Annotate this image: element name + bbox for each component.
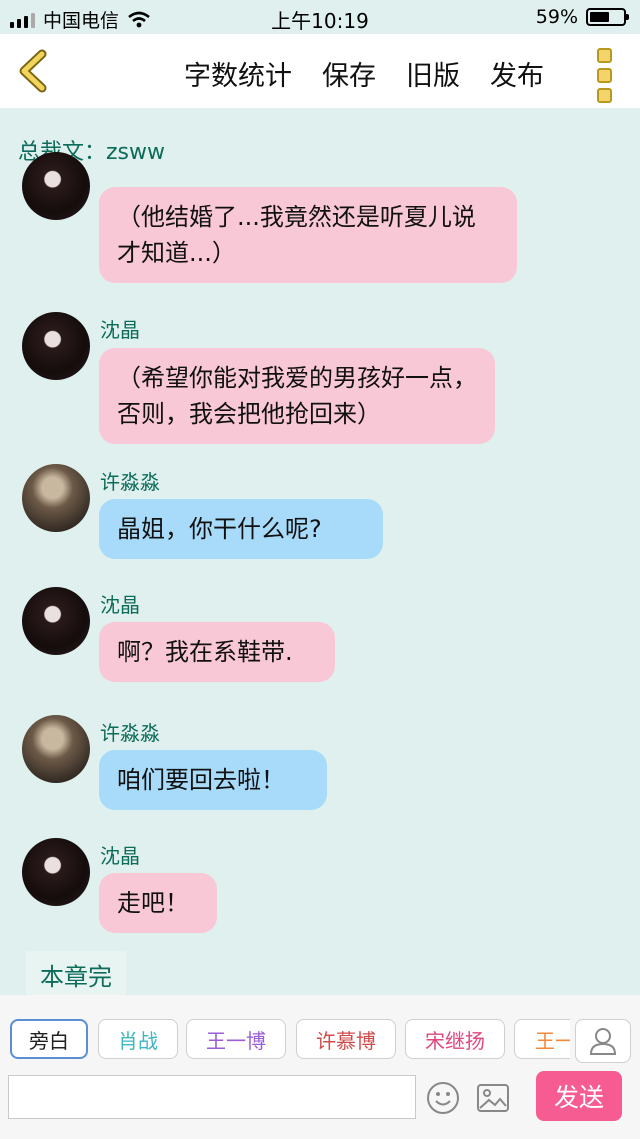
menu-dot-icon <box>597 48 612 63</box>
role-chip[interactable]: 王一 <box>514 1019 570 1059</box>
role-label: 王一 <box>535 1028 570 1053</box>
avatar[interactable] <box>22 464 90 532</box>
role-label: 许慕博 <box>316 1028 376 1053</box>
status-right: 59% <box>535 6 629 28</box>
speaker-name: 许淼淼 <box>100 721 160 745</box>
smiley-icon <box>427 1082 459 1114</box>
speaker-name: 沈晶 <box>100 844 140 868</box>
image-button[interactable] <box>476 1083 510 1117</box>
avatar[interactable] <box>22 838 90 906</box>
status-bar: 中国电信 上午10:19 59% <box>0 0 640 34</box>
role-chip[interactable]: 旁白 <box>10 1019 88 1059</box>
send-button[interactable]: 发送 <box>536 1071 622 1121</box>
back-button[interactable] <box>14 48 54 94</box>
role-chip[interactable]: 宋继扬 <box>405 1019 505 1059</box>
old-version-button[interactable]: 旧版 <box>406 54 460 93</box>
chat-bubble[interactable]: 啊？我在系鞋带. <box>99 622 335 682</box>
message-input[interactable] <box>8 1075 416 1119</box>
role-chip[interactable]: 王一博 <box>186 1019 286 1059</box>
battery-percent: 59% <box>535 6 578 28</box>
add-role-button[interactable] <box>575 1019 631 1063</box>
chapter-end-label: 本章完 <box>26 951 126 997</box>
person-icon <box>589 1028 617 1055</box>
menu-dot-icon <box>597 88 612 103</box>
emoji-button[interactable] <box>426 1081 460 1119</box>
avatar[interactable] <box>22 312 90 380</box>
chevron-left-icon <box>19 49 47 93</box>
chat-bubble[interactable]: （他结婚了...我竟然还是听夏儿说才知道...） <box>99 187 517 283</box>
chat-bubble[interactable]: （希望你能对我爱的男孩好一点，否则，我会把他抢回来） <box>99 348 495 444</box>
chat-bubble[interactable]: 咱们要回去啦！ <box>99 750 327 810</box>
avatar[interactable] <box>22 587 90 655</box>
chat-bubble[interactable]: 走吧！ <box>99 873 217 933</box>
chat-bubble[interactable]: 晶姐，你干什么呢? <box>99 499 383 559</box>
role-label: 宋继扬 <box>425 1028 485 1053</box>
toolbar-actions: 字数统计 保存 旧版 发布 <box>184 54 544 93</box>
top-toolbar: 字数统计 保存 旧版 发布 <box>0 34 640 108</box>
more-menu-button[interactable] <box>597 48 612 103</box>
word-count-button[interactable]: 字数统计 <box>184 54 292 93</box>
publish-button[interactable]: 发布 <box>490 54 544 93</box>
composer-panel: 旁白 肖战 王一博 许慕博 宋继扬 王一 发送 <box>0 995 640 1139</box>
menu-dot-icon <box>597 68 612 83</box>
avatar[interactable] <box>22 152 90 220</box>
role-label: 肖战 <box>118 1028 158 1053</box>
speaker-name: 许淼淼 <box>100 470 160 494</box>
role-label: 王一博 <box>206 1028 266 1053</box>
image-icon <box>477 1084 509 1112</box>
role-chip[interactable]: 肖战 <box>98 1019 178 1059</box>
save-button[interactable]: 保存 <box>322 54 376 93</box>
role-selector: 旁白 肖战 王一博 许慕博 宋继扬 王一 <box>10 1019 570 1063</box>
speaker-name: 沈晶 <box>100 318 140 342</box>
speaker-name: 沈晶 <box>100 593 140 617</box>
role-label: 旁白 <box>29 1028 69 1053</box>
role-chip[interactable]: 许慕博 <box>296 1019 396 1059</box>
avatar[interactable] <box>22 715 90 783</box>
battery-icon <box>586 8 629 26</box>
